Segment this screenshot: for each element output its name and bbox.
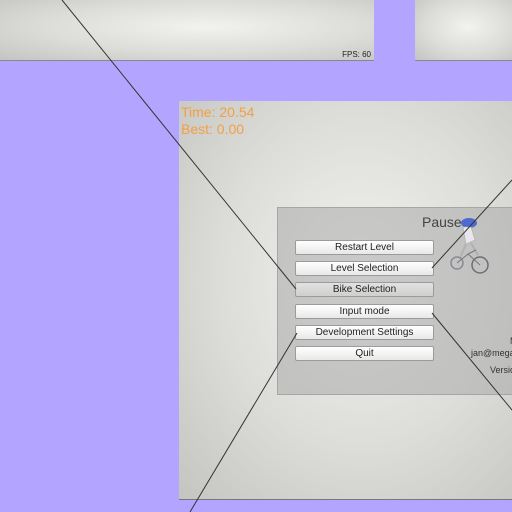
- bike-rider-icon: [450, 218, 489, 274]
- info-line-version: Versio: [490, 365, 512, 375]
- top-right-game-window: [415, 0, 512, 61]
- restart-level-button[interactable]: Restart Level: [295, 240, 434, 255]
- bike-selection-button[interactable]: Bike Selection: [295, 282, 434, 297]
- hud-time: Time: 20.54: [181, 104, 255, 120]
- level-selection-button[interactable]: Level Selection: [295, 261, 434, 276]
- fps-counter: FPS: 60: [342, 50, 371, 59]
- top-left-game-window: FPS: 60: [0, 0, 374, 61]
- input-mode-button[interactable]: Input mode: [295, 304, 434, 319]
- development-settings-button[interactable]: Development Settings: [295, 325, 434, 340]
- game-viewport: Time: 20.54 Best: 0.00 Pause Restart Lev…: [179, 101, 512, 500]
- hud-best: Best: 0.00: [181, 121, 245, 137]
- quit-button[interactable]: Quit: [295, 346, 434, 361]
- info-line-email: jan@mega: [471, 348, 512, 358]
